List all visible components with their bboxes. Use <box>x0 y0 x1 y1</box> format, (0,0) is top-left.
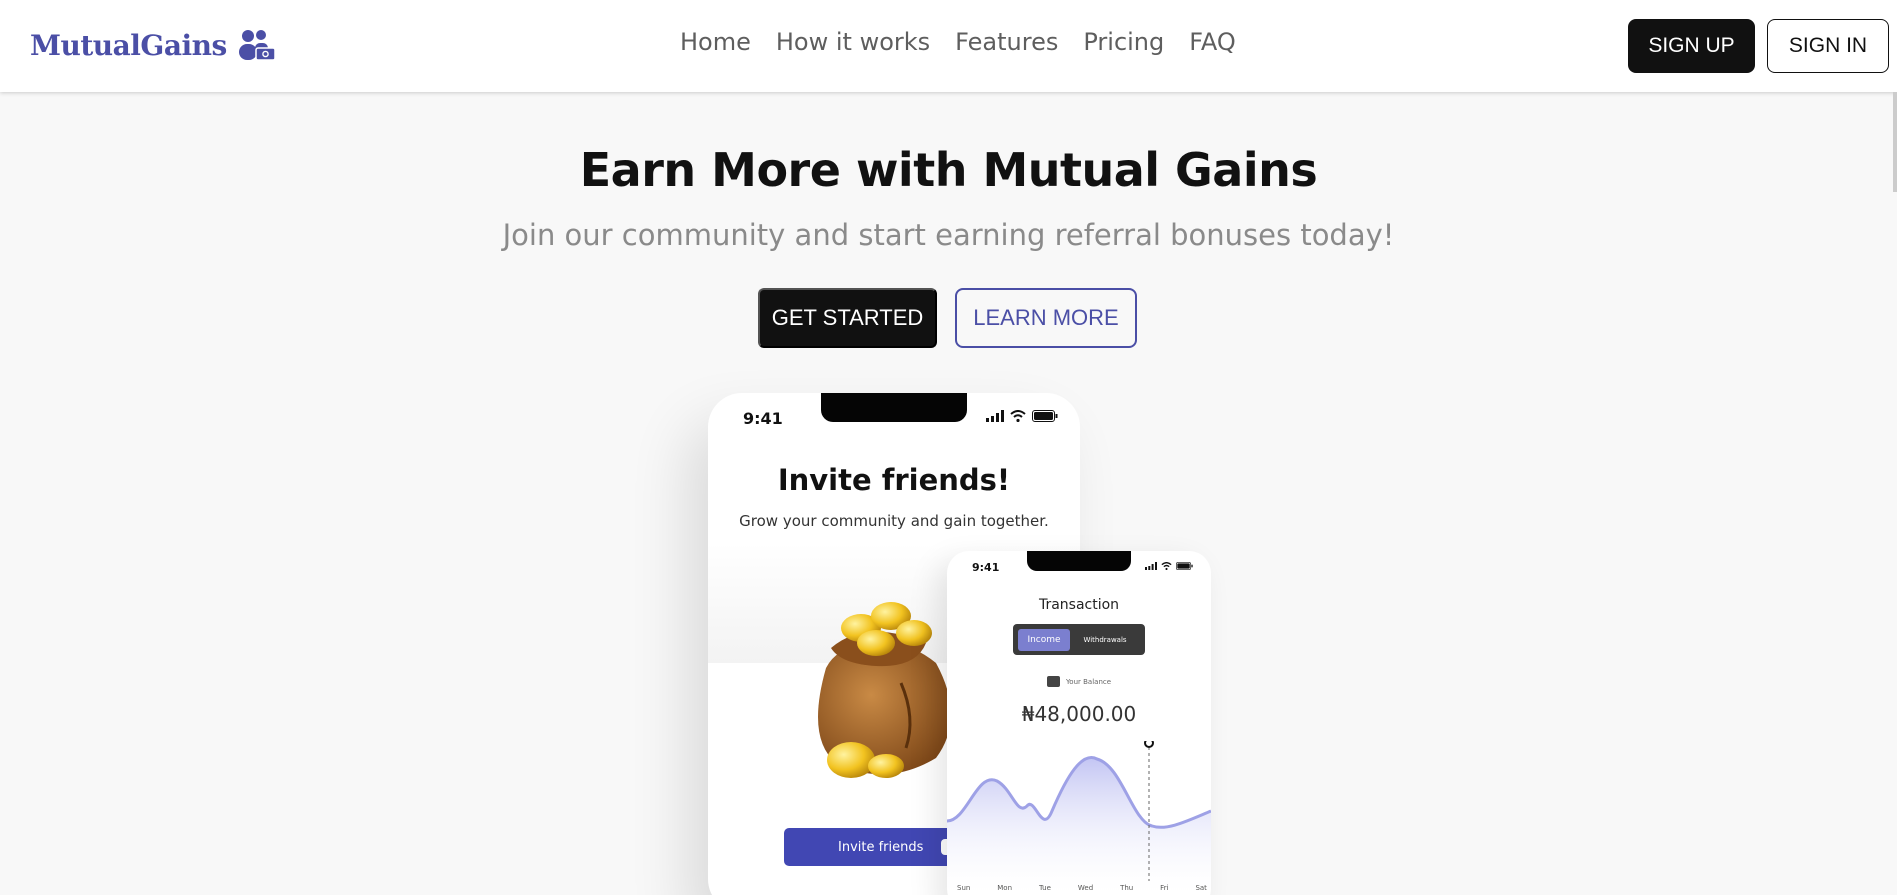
battery-icon <box>1032 410 1058 422</box>
day-label: Sat <box>1195 884 1207 892</box>
battery-icon <box>1176 562 1193 570</box>
get-started-button[interactable]: GET STARTED <box>758 288 937 348</box>
hero-title: Earn More with Mutual Gains <box>579 143 1318 197</box>
sign-up-button[interactable]: SIGN UP <box>1628 19 1755 73</box>
income-chart <box>947 741 1211 895</box>
nav-link-features[interactable]: Features <box>955 28 1058 56</box>
nav-link-pricing[interactable]: Pricing <box>1083 28 1164 56</box>
signal-icon <box>1145 562 1157 570</box>
wifi-icon <box>1161 562 1172 570</box>
chart-day-labels: Sun Mon Tue Wed Thu Fri Sat <box>957 884 1207 892</box>
day-label: Mon <box>997 884 1013 892</box>
day-label: Sun <box>957 884 971 892</box>
balance-label: Your Balance <box>1065 677 1112 686</box>
wifi-icon <box>1010 410 1026 422</box>
day-label: Tue <box>1038 884 1051 892</box>
nav-links: Home How it works Features Pricing FAQ <box>680 28 1261 56</box>
status-icons <box>1145 562 1193 570</box>
phone-notch <box>821 393 967 422</box>
day-label: Thu <box>1120 884 1134 892</box>
status-time: 9:41 <box>972 561 1000 574</box>
status-time: 9:41 <box>743 409 783 428</box>
people-money-icon <box>238 30 276 61</box>
transaction-tabs: Income Withdrawals <box>1013 624 1145 655</box>
nav-link-how-it-works[interactable]: How it works <box>776 28 930 56</box>
day-label: Wed <box>1077 884 1094 892</box>
signal-icon <box>986 410 1004 422</box>
sign-in-button[interactable]: SIGN IN <box>1767 19 1889 73</box>
hero-subtitle: Join our community and start earning ref… <box>502 218 1395 252</box>
nav-link-faq[interactable]: FAQ <box>1189 28 1236 56</box>
navbar: MutualGains Home How it works Features P… <box>0 0 1897 92</box>
invite-title: Invite friends! <box>777 463 1011 497</box>
balance-label-row: Your Balance <box>947 676 1211 687</box>
money-bag-icon <box>818 602 951 778</box>
learn-more-button[interactable]: LEARN MORE <box>955 288 1137 348</box>
tab-withdrawals[interactable]: Withdrawals <box>1070 636 1140 644</box>
wallet-icon <box>1046 676 1060 687</box>
transaction-phone-mockup: 9:41 Transaction Income Withdrawals Your… <box>947 551 1211 895</box>
phone-notch <box>1027 551 1131 571</box>
logo[interactable]: MutualGains <box>30 28 277 62</box>
invite-friends-label: Invite friends <box>838 839 924 855</box>
balance-amount: ₦48,000.00 <box>1021 702 1137 726</box>
status-icons <box>986 410 1058 422</box>
tab-income[interactable]: Income <box>1018 628 1070 651</box>
transaction-title: Transaction <box>1038 597 1120 613</box>
nav-link-home[interactable]: Home <box>680 28 751 56</box>
invite-subtitle: Grow your community and gain together. <box>739 512 1049 530</box>
day-label: Fri <box>1160 884 1169 892</box>
logo-text: MutualGains <box>30 28 227 62</box>
chart-marker <box>1144 741 1154 748</box>
